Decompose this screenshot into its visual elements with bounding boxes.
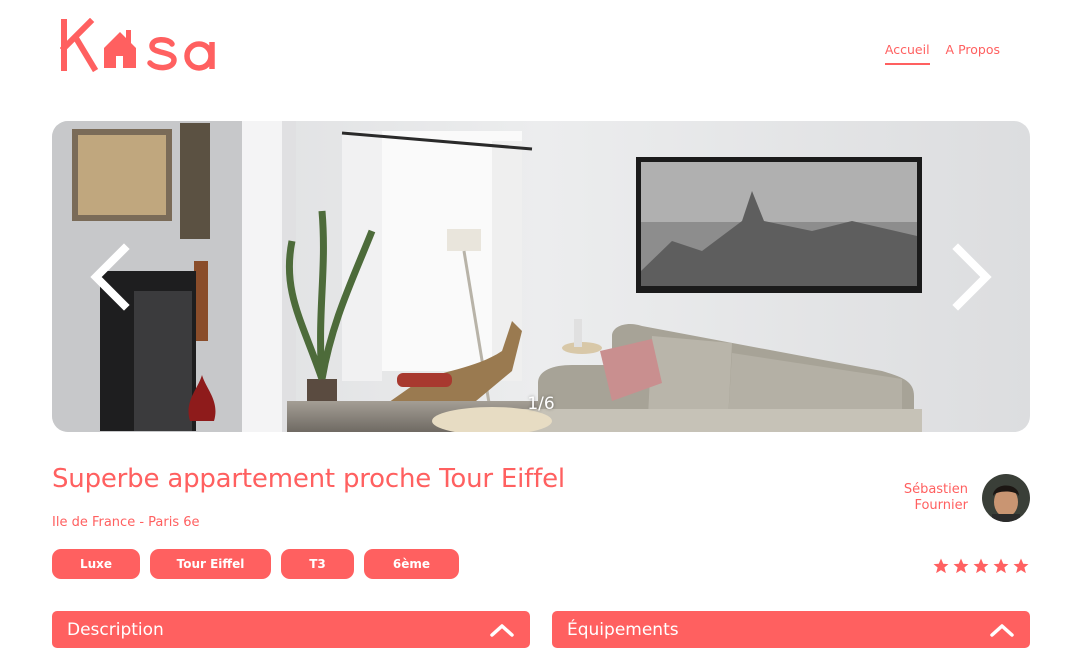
chevron-up-icon[interactable] <box>989 622 1015 638</box>
star-icon <box>1013 558 1029 574</box>
star-icon <box>933 558 949 574</box>
host-info: Sébastien Fournier <box>878 474 1030 522</box>
tag-luxe: Luxe <box>52 549 140 579</box>
tag-t3: T3 <box>281 549 354 579</box>
listing-location: Ile de France - Paris 6e <box>52 515 200 530</box>
apartment-photo <box>52 121 1030 432</box>
kasa-logo[interactable] <box>60 18 230 74</box>
chevron-up-icon[interactable] <box>489 622 515 638</box>
main-nav: Accueil A Propos <box>884 42 1000 65</box>
collapse-equipements-label: Équipements <box>567 619 679 640</box>
nav-link-accueil[interactable]: Accueil <box>884 42 930 65</box>
host-name: Sébastien Fournier <box>878 482 968 514</box>
collapse-equipements[interactable]: Équipements <box>552 611 1030 648</box>
star-icon <box>953 558 969 574</box>
chevron-right-icon[interactable] <box>948 243 996 311</box>
rating-stars <box>932 557 1030 575</box>
tag-list: Luxe Tour Eiffel T3 6ème <box>52 549 459 579</box>
star-icon <box>993 558 1009 574</box>
slideshow: 1/6 <box>52 121 1030 432</box>
tag-6eme: 6ème <box>364 549 459 579</box>
host-avatar <box>982 474 1030 522</box>
host-last-name: Fournier <box>914 498 968 513</box>
host-first-name: Sébastien <box>903 482 968 497</box>
star-icon <box>973 558 989 574</box>
chevron-left-icon[interactable] <box>86 243 134 311</box>
nav-link-a-propos[interactable]: A Propos <box>946 42 1000 65</box>
slide-counter: 1/6 <box>527 394 555 414</box>
collapse-description-label: Description <box>67 619 164 640</box>
collapse-description[interactable]: Description <box>52 611 530 648</box>
listing-title: Superbe appartement proche Tour Eiffel <box>52 464 565 494</box>
tag-tour-eiffel: Tour Eiffel <box>150 549 271 579</box>
